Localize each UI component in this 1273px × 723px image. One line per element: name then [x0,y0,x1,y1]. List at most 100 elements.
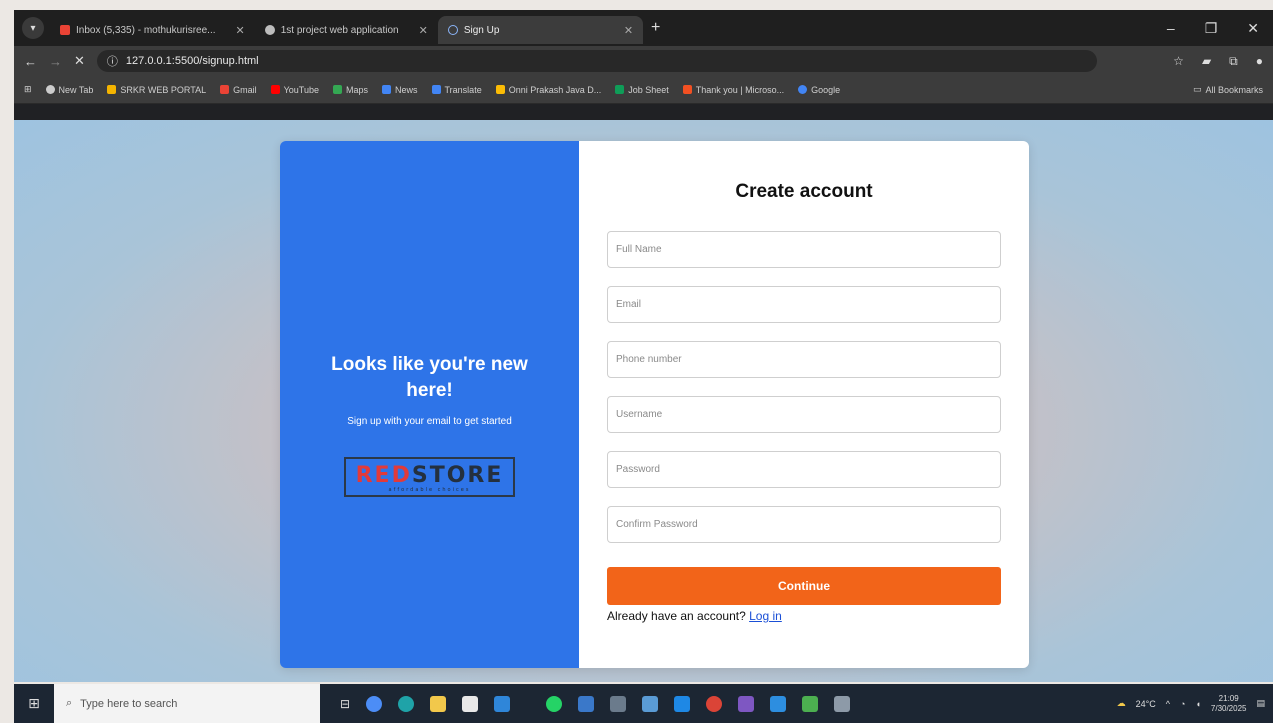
taskbar-search[interactable]: ⌕ Type here to search [54,684,320,723]
app-icon[interactable] [642,695,659,712]
browser-toolbar: ← → ✕ ⓘ 127.0.0.1:5500/signup.html ☆ ▰ ⧉… [14,46,1273,76]
chrome-icon[interactable] [706,695,723,712]
tab-signup[interactable]: Sign Up ✕ [437,16,644,44]
login-link[interactable]: Log in [749,609,782,623]
outlook-icon[interactable] [494,695,511,712]
bookmark-item[interactable]: Thank you | Microso... [682,84,785,95]
globe-icon [264,25,275,35]
toolbar-actions: ☆ ▰ ⧉ ● [1173,54,1263,69]
close-window-icon[interactable]: ✕ [1247,20,1259,37]
app-icon[interactable] [610,695,627,712]
email-field[interactable] [607,286,1001,323]
close-tab-icon[interactable]: ✕ [624,24,633,37]
welcome-subtitle: Sign up with your email to get started [347,416,512,427]
app-icon[interactable] [578,695,595,712]
search-icon: ⌕ [66,697,73,709]
bookmark-favicon-icon [107,85,117,94]
pinned-apps: ⊟ [340,695,851,712]
bookmark-item[interactable]: Job Sheet [615,85,669,95]
phone-field[interactable] [607,341,1001,378]
apps-grid-icon[interactable]: ⊞ [24,84,32,95]
bookmark-label: YouTube [283,84,319,95]
app-icon[interactable] [738,695,755,712]
site-info-icon[interactable]: ⓘ [107,53,118,69]
notifications-icon[interactable]: ▤ [1256,698,1265,709]
tab-project[interactable]: 1st project web application ✕ [255,16,438,44]
bookmark-label: SRKR WEB PORTAL [120,84,207,95]
tray-chevron-icon[interactable]: ^ [1166,699,1170,709]
login-prompt: Already have an account? Log in [607,609,1001,623]
bookmark-item[interactable]: News [382,85,418,95]
copilot-icon[interactable] [366,695,383,712]
bookmark-item[interactable]: Google [798,85,840,95]
store-icon[interactable] [462,695,479,712]
app-icon[interactable] [674,695,691,712]
minimize-icon[interactable]: – [1167,20,1175,37]
bookmark-favicon-icon [495,85,505,94]
gmail-icon [60,25,70,35]
bookmark-item[interactable]: YouTube [270,84,319,95]
network-icon[interactable]: ◔ [1180,699,1185,709]
browser-window: ▾ Inbox (5,335) - mothukurisree... ✕ 1st… [14,10,1273,682]
folder-icon: ▭ [1192,84,1202,94]
all-bookmarks[interactable]: ▭ All Bookmarks [1193,84,1263,95]
weather-text[interactable]: 24°C [1136,699,1156,709]
bookmark-item[interactable]: Onni Prakash Java D... [495,84,602,95]
username-field[interactable] [607,396,1001,433]
bookmark-item[interactable]: New Tab [45,84,94,95]
bookmarks-bar: ⊞ New Tab SRKR WEB PORTAL Gmail YouTube … [14,76,1273,104]
tab-label: Inbox (5,335) - mothukurisree... [76,24,216,36]
address-bar[interactable]: ⓘ 127.0.0.1:5500/signup.html [96,50,1097,72]
back-icon[interactable]: ← [24,54,37,69]
loading-icon [447,25,458,35]
new-tab-icon[interactable]: + [651,19,660,37]
bookmark-item[interactable]: Translate [431,85,482,95]
close-tab-icon[interactable]: ✕ [419,24,428,37]
welcome-title: Looks like you're new here! [331,354,528,401]
bookmark-star-icon[interactable]: ☆ [1173,54,1184,69]
page-viewport: Looks like you're new here! Sign up with… [14,120,1273,682]
welcome-panel: Looks like you're new here! Sign up with… [280,141,579,668]
app-icon[interactable] [802,695,819,712]
password-field[interactable] [607,451,1001,488]
tab-inbox[interactable]: Inbox (5,335) - mothukurisree... ✕ [50,16,255,44]
edge-icon[interactable] [398,695,415,712]
forward-icon[interactable]: → [49,54,62,69]
vscode-icon[interactable] [770,695,787,712]
all-bookmarks-label: All Bookmarks [1205,84,1263,95]
bookmark-label: Maps [345,84,368,95]
close-tab-icon[interactable]: ✕ [236,24,245,37]
task-view-icon[interactable]: ⊟ [340,697,350,711]
tab-search-icon[interactable]: ▾ [22,17,44,39]
app-icon[interactable] [834,695,851,712]
file-explorer-icon[interactable] [430,695,447,712]
bookmark-label: Onni Prakash Java D... [508,84,602,95]
weather-icon[interactable]: ☁ [1117,698,1126,709]
bookmark-favicon-icon [270,85,280,94]
bookmark-item[interactable]: Maps [332,84,368,95]
stop-icon[interactable]: ✕ [74,53,85,69]
logo-dark-text: STORE [411,463,504,488]
bookmark-item[interactable]: Gmail [220,85,257,95]
system-tray: ☁ 24°C ^ ◔ ◖ 21:09 7/30/2025 ▤ [1117,694,1273,714]
bookmark-favicon-icon [798,85,808,94]
bookmark-item[interactable]: SRKR WEB PORTAL [107,85,206,95]
bookmark-label: New Tab [58,84,94,95]
extensions-icon[interactable]: ▰ [1202,54,1211,69]
whatsapp-icon[interactable] [546,695,563,712]
bookmark-favicon-icon [615,85,625,94]
volume-icon[interactable]: ◖ [1195,699,1200,709]
full-name-field[interactable] [607,231,1001,268]
sidepanel-icon[interactable]: ⧉ [1229,54,1238,69]
confirm-password-field[interactable] [607,506,1001,543]
url-text: 127.0.0.1:5500/signup.html [125,55,259,67]
bookmark-label: Thank you | Microso... [695,84,785,95]
continue-button[interactable]: Continue [607,567,1001,605]
tab-label: Sign Up [463,24,500,36]
form-title: Create account [735,181,873,202]
maximize-icon[interactable]: ❐ [1205,20,1218,37]
profile-avatar-icon[interactable]: ● [1256,54,1263,69]
clock[interactable]: 21:09 7/30/2025 [1211,694,1247,714]
windows-start-icon[interactable]: ⊞ [14,695,54,712]
bookmark-label: Google [811,84,841,95]
